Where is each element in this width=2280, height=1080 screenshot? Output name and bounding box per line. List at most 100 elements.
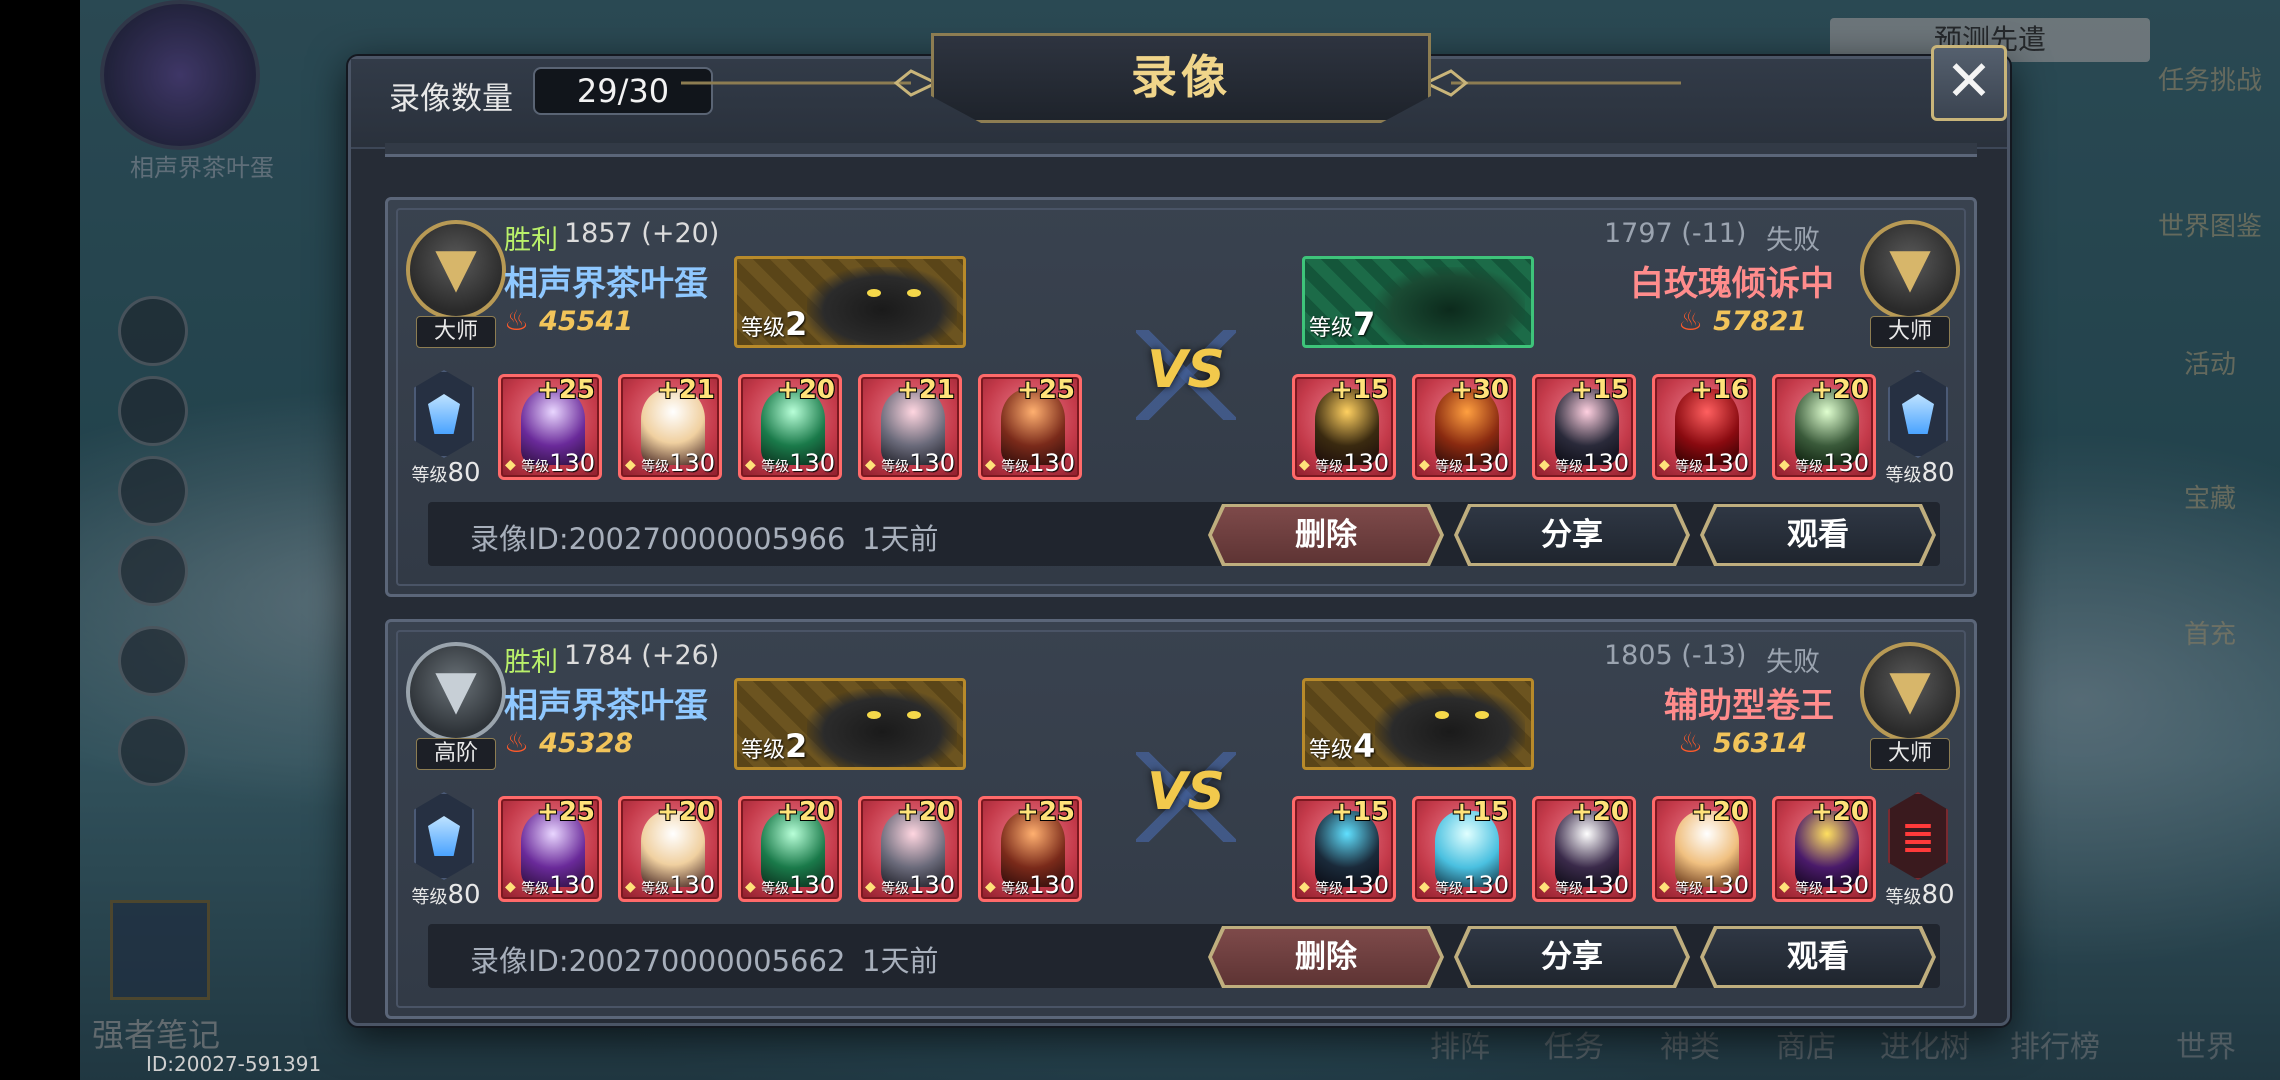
- left-power: ♨ 45541: [504, 304, 633, 337]
- rank-crest-icon: [1860, 642, 1960, 742]
- hero-card[interactable]: +20 ◆ 等级130: [738, 796, 842, 902]
- replay-count-label: 录像数量: [389, 81, 513, 117]
- hero-card[interactable]: +20 ◆ 等级130: [1532, 796, 1636, 902]
- hero-card[interactable]: +16 ◆ 等级130: [1652, 374, 1756, 480]
- right-score: 1805 (-13): [1604, 640, 1747, 671]
- right-rank-name: 大师: [1870, 316, 1950, 348]
- hero-plus: +15: [1331, 797, 1389, 827]
- right-result: 失败: [1766, 225, 1820, 256]
- right-pet[interactable]: 等级7: [1302, 256, 1534, 348]
- left-badge[interactable]: 等级80: [408, 792, 481, 912]
- star-icon: ◆: [505, 879, 516, 895]
- flame-icon: ♨: [504, 304, 530, 337]
- hero-card[interactable]: +15 ◆ 等级130: [1412, 796, 1516, 902]
- left-result: 胜利: [504, 225, 558, 256]
- watch-button[interactable]: 观看: [1704, 507, 1932, 563]
- left-score: 1857 (+20): [564, 218, 720, 249]
- hero-card[interactable]: +15 ◆ 等级130: [1292, 796, 1396, 902]
- pet-eye: [867, 289, 881, 297]
- left-pet[interactable]: 等级2: [734, 256, 966, 348]
- hero-card[interactable]: +30 ◆ 等级130: [1412, 374, 1516, 480]
- title-wing-left-icon: [681, 69, 940, 97]
- hero-card[interactable]: +21 ◆ 等级130: [858, 374, 962, 480]
- hero-card[interactable]: +20 ◆ 等级130: [1772, 374, 1876, 480]
- hero-level: 等级130: [881, 449, 955, 477]
- record-info-bar: 录像ID:200270000005662 1天前 删除 分享 观看: [428, 924, 1940, 988]
- hero-level: 等级130: [1795, 871, 1869, 899]
- star-icon: ◆: [1419, 457, 1430, 473]
- hero-card[interactable]: +20 ◆ 等级130: [1652, 796, 1756, 902]
- hero-plus: +20: [1691, 797, 1749, 827]
- star-icon: ◆: [1419, 879, 1430, 895]
- hero-level: 等级130: [1001, 871, 1075, 899]
- right-pet-level: 等级4: [1309, 727, 1376, 765]
- star-icon: ◆: [505, 457, 516, 473]
- right-pet[interactable]: 等级4: [1302, 678, 1534, 770]
- left-rank-name: 大师: [416, 316, 496, 348]
- left-pet[interactable]: 等级2: [734, 678, 966, 770]
- hero-plus: +15: [1451, 797, 1509, 827]
- hero-card[interactable]: +25 ◆ 等级130: [498, 796, 602, 902]
- share-button[interactable]: 分享: [1458, 507, 1686, 563]
- right-badge-level: 等级80: [1885, 880, 1955, 910]
- pet-eye: [1475, 711, 1489, 719]
- right-player-name[interactable]: 辅助型卷王: [1612, 678, 1834, 727]
- hero-level: 等级130: [641, 449, 715, 477]
- shield-badge-icon: [414, 370, 474, 458]
- left-result: 胜利: [504, 647, 558, 678]
- delete-button[interactable]: 删除: [1212, 507, 1440, 563]
- hero-level: 等级130: [1315, 871, 1389, 899]
- record-id: 录像ID:200270000005966: [470, 522, 846, 556]
- hero-card[interactable]: +20 ◆ 等级130: [858, 796, 962, 902]
- right-badge[interactable]: 等级80: [1882, 370, 1955, 490]
- hero-plus: +25: [1017, 375, 1075, 405]
- hero-plus: +25: [1017, 797, 1075, 827]
- hero-plus: +30: [1451, 375, 1509, 405]
- star-icon: ◆: [745, 457, 756, 473]
- hero-card[interactable]: +20 ◆ 等级130: [738, 374, 842, 480]
- hero-card[interactable]: +25 ◆ 等级130: [978, 796, 1082, 902]
- left-player-name[interactable]: 相声界茶叶蛋: [504, 256, 708, 305]
- star-icon: ◆: [1299, 879, 1310, 895]
- hero-level: 等级130: [521, 449, 595, 477]
- record-info-bar: 录像ID:200270000005966 1天前 删除 分享 观看: [428, 502, 1940, 566]
- delete-button[interactable]: 删除: [1212, 929, 1440, 985]
- hero-plus: +20: [657, 797, 715, 827]
- hero-plus: +20: [897, 797, 955, 827]
- hero-level: 等级130: [1315, 449, 1389, 477]
- hero-card[interactable]: +15 ◆ 等级130: [1532, 374, 1636, 480]
- hero-level: 等级130: [1001, 449, 1075, 477]
- left-badge[interactable]: 等级80: [408, 370, 481, 490]
- title-wing-right-icon: [1422, 69, 1681, 97]
- watch-button[interactable]: 观看: [1704, 929, 1932, 985]
- star-icon: ◆: [985, 879, 996, 895]
- hero-card[interactable]: +15 ◆ 等级130: [1292, 374, 1396, 480]
- share-button[interactable]: 分享: [1458, 929, 1686, 985]
- vs-label: VS: [1147, 340, 1225, 400]
- hero-card[interactable]: +25 ◆ 等级130: [498, 374, 602, 480]
- star-icon: ◆: [1659, 457, 1670, 473]
- hero-card[interactable]: +21 ◆ 等级130: [618, 374, 722, 480]
- hero-plus: +20: [777, 375, 835, 405]
- hero-plus: +20: [777, 797, 835, 827]
- star-icon: ◆: [625, 879, 636, 895]
- hero-level: 等级130: [1555, 871, 1629, 899]
- left-player-name[interactable]: 相声界茶叶蛋: [504, 678, 708, 727]
- pet-portrait-icon: [807, 689, 957, 767]
- left-badge-level: 等级80: [411, 880, 481, 910]
- hero-plus: +21: [897, 375, 955, 405]
- hero-card[interactable]: +20 ◆ 等级130: [1772, 796, 1876, 902]
- pet-portrait-icon: [1375, 689, 1525, 767]
- star-icon: ◆: [1539, 457, 1550, 473]
- right-player-name[interactable]: 白玫瑰倾诉中: [1612, 256, 1834, 305]
- pet-eye: [907, 711, 921, 719]
- close-button[interactable]: ✕: [1931, 45, 2007, 121]
- pet-eye: [907, 289, 921, 297]
- right-badge[interactable]: 等级80: [1882, 792, 1955, 912]
- hero-plus: +21: [657, 375, 715, 405]
- star-icon: ◆: [625, 457, 636, 473]
- hero-card[interactable]: +25 ◆ 等级130: [978, 374, 1082, 480]
- replay-record: 大师 胜利 1857 (+20) 相声界茶叶蛋 ♨ 45541 等级2 VS 失败…: [385, 197, 1977, 597]
- left-power-value: 45328: [539, 728, 634, 759]
- hero-card[interactable]: +20 ◆ 等级130: [618, 796, 722, 902]
